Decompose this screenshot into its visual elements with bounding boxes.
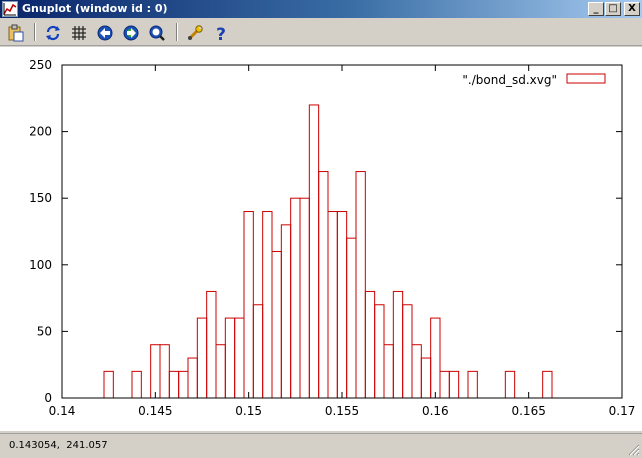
histogram-bar xyxy=(224,317,236,399)
window-title: Gnuplot (window id : 0) xyxy=(22,2,168,15)
autoscale-icon[interactable] xyxy=(146,22,168,44)
histogram-bar xyxy=(187,357,198,399)
toolbar-separator xyxy=(176,23,178,41)
cursor-coordinates: 0.143054, 241.057 xyxy=(9,440,108,451)
svg-text:?: ? xyxy=(216,25,226,42)
histogram-bar xyxy=(159,344,170,399)
histogram-bar xyxy=(392,290,404,399)
previous-zoom-icon[interactable] xyxy=(94,22,116,44)
y-tick-label: 200 xyxy=(29,125,52,139)
histogram-bar xyxy=(234,317,245,399)
histogram-bar xyxy=(131,370,142,399)
y-axis-tick-labels: 0 50 100 150 200 250 xyxy=(29,58,52,405)
plot-canvas[interactable]: 0 50 100 150 200 250 0.14 0.145 0.15 0.155 0.16 0.… xyxy=(0,47,642,431)
grid-icon[interactable] xyxy=(68,22,90,44)
minimize-button[interactable]: _ xyxy=(588,2,604,16)
histogram-bar xyxy=(355,171,366,399)
histogram-bar xyxy=(504,370,516,399)
histogram-bar xyxy=(383,344,394,399)
maximize-button[interactable]: □ xyxy=(605,2,621,16)
histogram-bar xyxy=(346,237,357,399)
histogram-bar xyxy=(168,370,180,399)
x-tick-label: 0.155 xyxy=(325,404,359,418)
legend: "./bond_sd.xvg" xyxy=(462,73,606,87)
next-zoom-icon[interactable] xyxy=(120,22,142,44)
status-bar: 0.143054, 241.057 xyxy=(0,433,642,458)
histogram-bar xyxy=(318,171,329,399)
histogram-bar xyxy=(308,104,320,399)
x-tick-label: 0.17 xyxy=(609,404,636,418)
plot-border xyxy=(61,64,623,399)
histogram-bar xyxy=(374,304,385,399)
options-wrench-icon[interactable] xyxy=(184,22,206,44)
histogram-bar xyxy=(420,357,432,399)
close-button[interactable]: X xyxy=(624,2,640,16)
histogram-bar xyxy=(430,317,441,399)
histogram-bar xyxy=(215,344,226,399)
clipboard-icon[interactable] xyxy=(5,22,27,44)
histogram-bar xyxy=(364,290,376,399)
axis-ticks xyxy=(61,64,623,399)
x-tick-label: 0.165 xyxy=(511,404,545,418)
histogram-bar xyxy=(262,211,273,399)
histogram-bar xyxy=(178,370,189,399)
histogram-bar xyxy=(439,370,450,399)
histogram-bar xyxy=(243,211,254,399)
histogram-bar xyxy=(271,250,282,399)
histogram-bar xyxy=(103,370,114,399)
histogram-bar xyxy=(327,211,338,399)
histogram-bar xyxy=(150,344,161,399)
histogram-bar xyxy=(411,344,422,399)
x-tick-label: 0.16 xyxy=(422,404,449,418)
histogram-bar xyxy=(280,224,292,399)
resize-grip-icon[interactable] xyxy=(628,444,640,456)
histogram-bar xyxy=(336,211,348,399)
toolbar-separator xyxy=(34,23,36,41)
histogram-bars xyxy=(103,104,553,399)
histogram-bar xyxy=(206,290,217,399)
histogram-bar xyxy=(196,317,208,399)
x-tick-label: 0.145 xyxy=(138,404,172,418)
legend-swatch xyxy=(566,73,606,84)
y-tick-label: 150 xyxy=(29,191,52,205)
legend-label: "./bond_sd.xvg" xyxy=(462,73,557,87)
x-tick-label: 0.14 xyxy=(49,404,76,418)
title-bar[interactable]: Gnuplot (window id : 0) _ □ X xyxy=(0,0,642,18)
x-axis-tick-labels: 0.14 0.145 0.15 0.155 0.16 0.165 0.17 xyxy=(49,404,636,418)
help-icon[interactable]: ? xyxy=(210,22,232,44)
y-tick-label: 50 xyxy=(37,324,52,338)
histogram-bar xyxy=(402,304,413,399)
gnuplot-app-icon[interactable] xyxy=(2,1,18,17)
replot-icon[interactable] xyxy=(42,22,64,44)
histogram-bar xyxy=(467,370,478,399)
y-tick-label: 100 xyxy=(29,258,52,272)
x-tick-label: 0.15 xyxy=(235,404,262,418)
y-tick-label: 0 xyxy=(44,391,52,405)
histogram-bar xyxy=(290,197,301,399)
histogram-chart[interactable]: 050100150200250 0.14 0.145 0.15 0.155 0.16 0.… xyxy=(0,47,642,431)
histogram-bar xyxy=(542,370,553,399)
histogram-bar xyxy=(252,304,264,399)
y-tick-label: 250 xyxy=(29,58,52,72)
histogram-bar xyxy=(448,370,460,399)
toolbar: ? xyxy=(0,18,642,46)
histogram-bar xyxy=(299,197,310,399)
